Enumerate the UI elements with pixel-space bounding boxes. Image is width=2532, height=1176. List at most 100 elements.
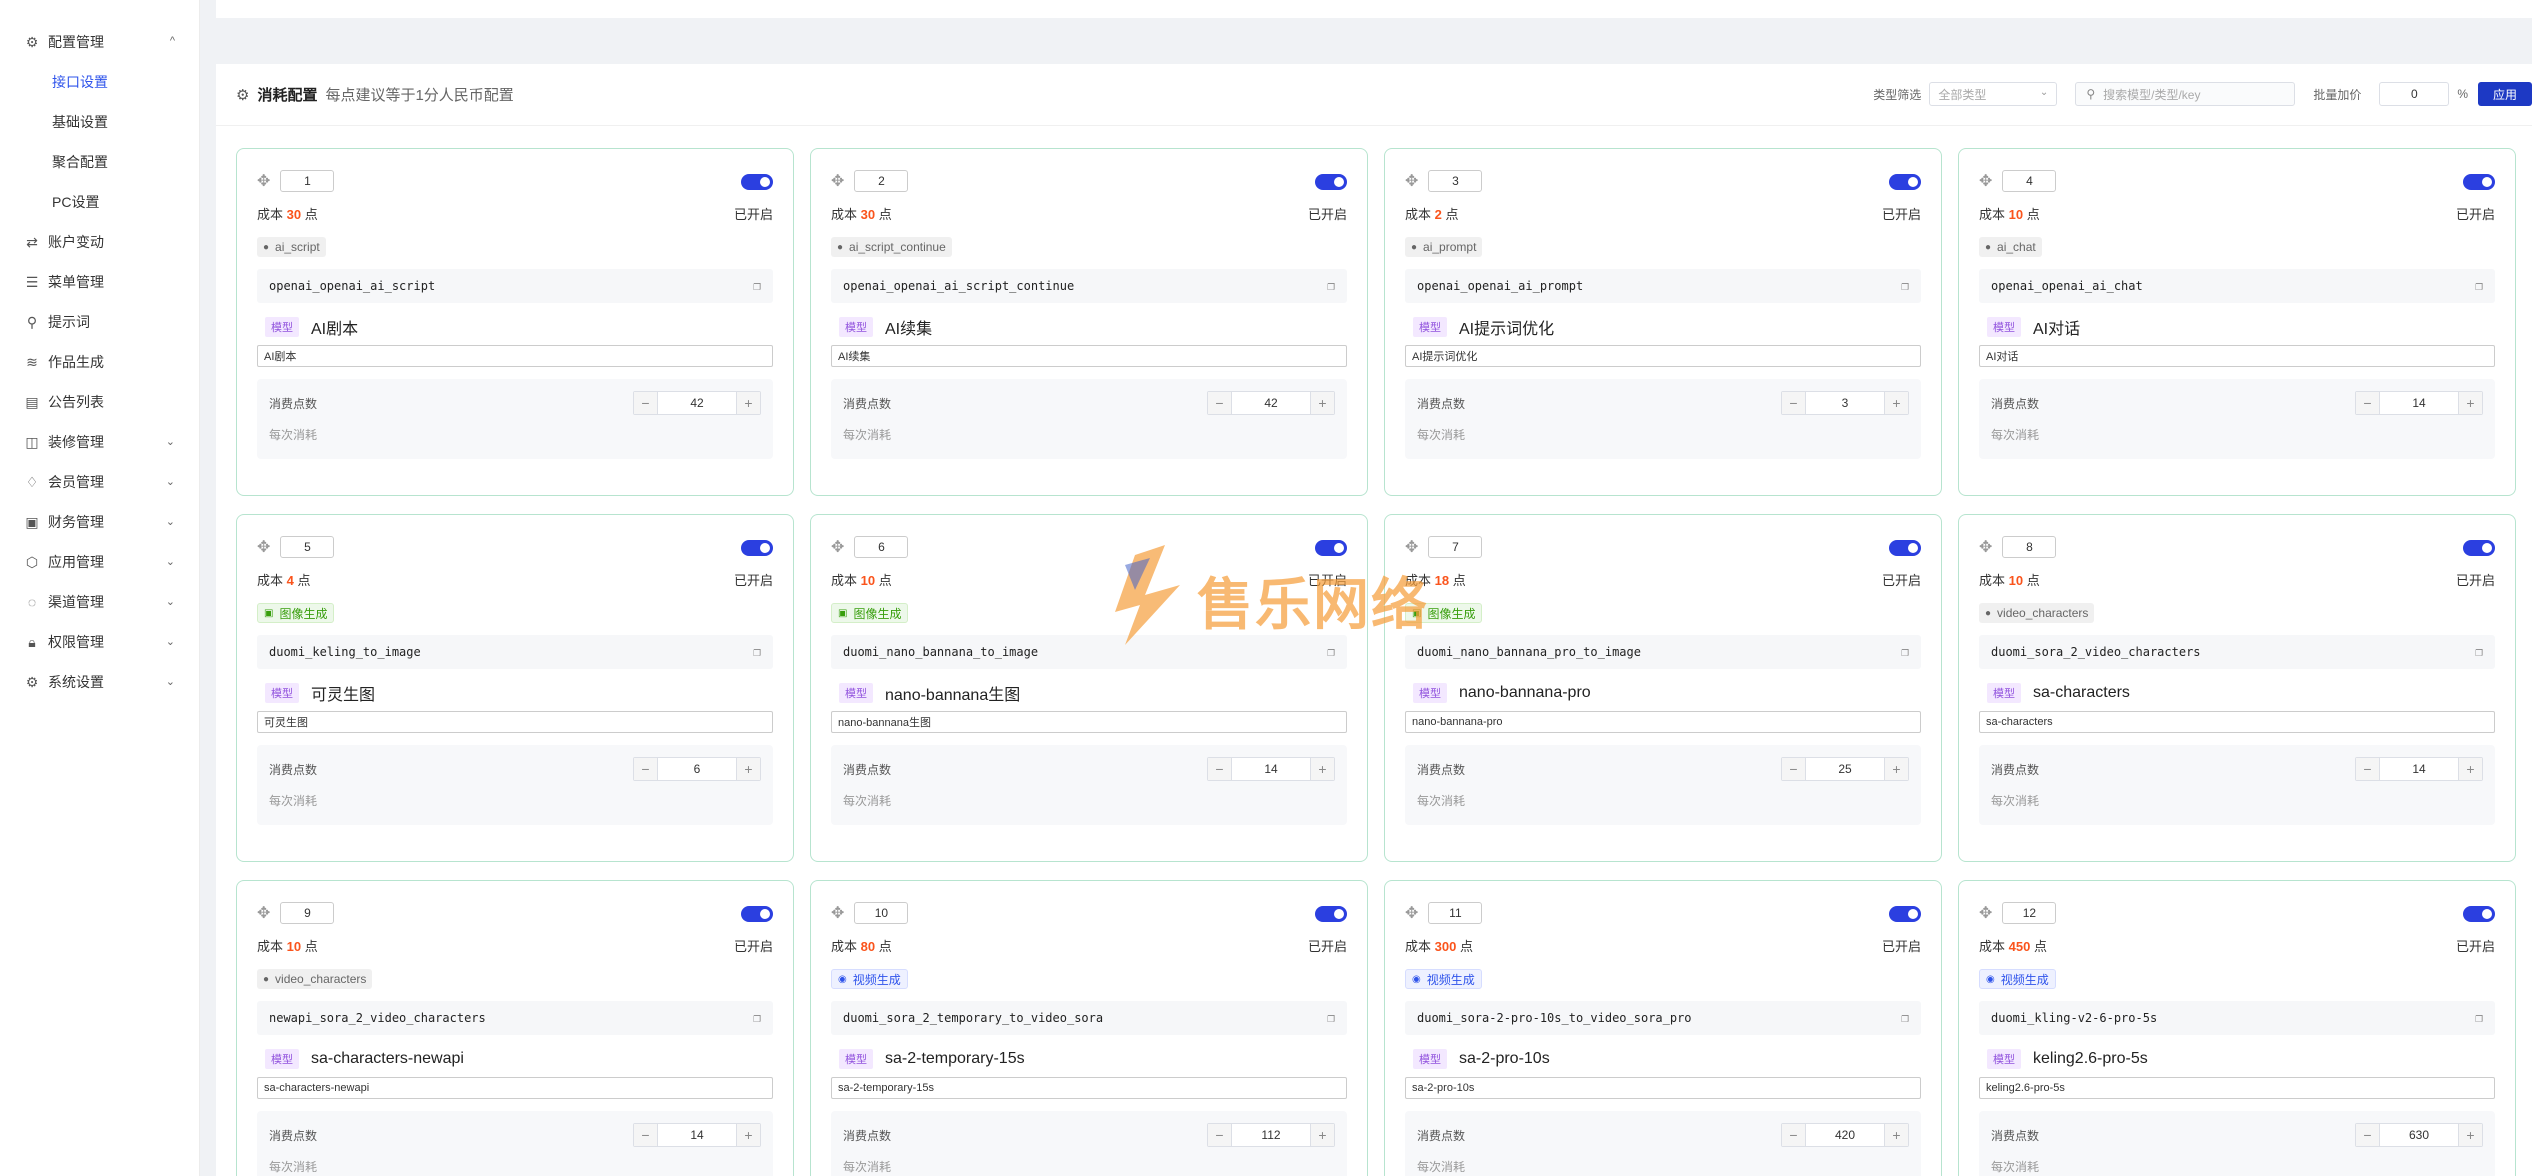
copy-icon[interactable]: ❐: [2475, 645, 2483, 660]
drag-handle-icon[interactable]: ✥: [831, 171, 844, 191]
drag-handle-icon[interactable]: ✥: [1405, 903, 1418, 923]
sidebar-subitem[interactable]: 基础设置: [0, 102, 199, 142]
increment-button[interactable]: +: [1310, 758, 1334, 780]
sort-index-input[interactable]: 3: [1428, 170, 1483, 192]
copy-icon[interactable]: ❐: [1327, 279, 1335, 294]
enable-toggle[interactable]: [1889, 906, 1921, 922]
points-stepper[interactable]: −14 +: [2355, 757, 2483, 781]
type-filter-select[interactable]: 全部类型 ⌄: [1929, 82, 2058, 106]
points-value[interactable]: 14: [2380, 762, 2458, 776]
points-stepper[interactable]: −14 +: [633, 1123, 761, 1147]
drag-handle-icon[interactable]: ✥: [831, 537, 844, 557]
enable-toggle[interactable]: [1315, 174, 1347, 190]
enable-toggle[interactable]: [1889, 540, 1921, 556]
sidebar-item[interactable]: ⚙ 系统设置 ⌄: [0, 662, 199, 702]
points-stepper[interactable]: −420 +: [1781, 1123, 1909, 1147]
decrement-button[interactable]: −: [1208, 392, 1232, 414]
points-value[interactable]: 3: [1806, 396, 1884, 410]
sort-index-input[interactable]: 6: [854, 536, 909, 558]
sort-index-input[interactable]: 11: [1428, 902, 1483, 924]
display-name-input[interactable]: sa-2-pro-10s: [1405, 1077, 1921, 1099]
drag-handle-icon[interactable]: ✥: [257, 537, 270, 557]
drag-handle-icon[interactable]: ✥: [1405, 171, 1418, 191]
sidebar-item[interactable]: ≋ 作品生成: [0, 342, 199, 382]
drag-handle-icon[interactable]: ✥: [1979, 171, 1992, 191]
sort-index-input[interactable]: 10: [854, 902, 909, 924]
enable-toggle[interactable]: [741, 906, 773, 922]
points-value[interactable]: 420: [1806, 1128, 1884, 1142]
drag-handle-icon[interactable]: ✥: [831, 903, 844, 923]
sidebar-item[interactable]: ⇄ 账户变动: [0, 222, 199, 262]
increment-button[interactable]: +: [1884, 758, 1908, 780]
increment-button[interactable]: +: [2458, 758, 2482, 780]
increment-button[interactable]: +: [1884, 392, 1908, 414]
display-name-input[interactable]: nano-bannana生图: [831, 711, 1347, 733]
points-value[interactable]: 25: [1806, 762, 1884, 776]
enable-toggle[interactable]: [1889, 174, 1921, 190]
points-value[interactable]: 14: [2380, 396, 2458, 410]
copy-icon[interactable]: ❐: [1901, 279, 1909, 294]
display-name-input[interactable]: sa-characters-newapi: [257, 1077, 773, 1099]
drag-handle-icon[interactable]: ✥: [1979, 537, 1992, 557]
drag-handle-icon[interactable]: ✥: [257, 171, 270, 191]
decrement-button[interactable]: −: [1782, 392, 1806, 414]
sort-index-input[interactable]: 12: [2002, 902, 2057, 924]
drag-handle-icon[interactable]: ✥: [257, 903, 270, 923]
sidebar-item[interactable]: ⬡ 应用管理 ⌄: [0, 542, 199, 582]
sidebar-item[interactable]: ⚲ 提示词: [0, 302, 199, 342]
decrement-button[interactable]: −: [1782, 758, 1806, 780]
points-value[interactable]: 630: [2380, 1128, 2458, 1142]
copy-icon[interactable]: ❐: [2475, 1011, 2483, 1026]
sort-index-input[interactable]: 8: [2002, 536, 2057, 558]
increment-button[interactable]: +: [1310, 1124, 1334, 1146]
points-stepper[interactable]: −3 +: [1781, 391, 1909, 415]
points-stepper[interactable]: −25 +: [1781, 757, 1909, 781]
decrement-button[interactable]: −: [2356, 1124, 2380, 1146]
sort-index-input[interactable]: 4: [2002, 170, 2057, 192]
sidebar-subitem[interactable]: PC设置: [0, 182, 199, 222]
display-name-input[interactable]: nano-bannana-pro: [1405, 711, 1921, 733]
enable-toggle[interactable]: [1315, 906, 1347, 922]
display-name-input[interactable]: sa-characters: [1979, 711, 2495, 733]
display-name-input[interactable]: AI提示词优化: [1405, 345, 1921, 367]
decrement-button[interactable]: −: [1208, 758, 1232, 780]
sidebar-subitem[interactable]: 接口设置: [0, 62, 199, 102]
sort-index-input[interactable]: 9: [280, 902, 335, 924]
points-value[interactable]: 42: [1232, 396, 1310, 410]
enable-toggle[interactable]: [741, 540, 773, 556]
increment-button[interactable]: +: [736, 392, 760, 414]
points-stepper[interactable]: −630 +: [2355, 1123, 2483, 1147]
points-value[interactable]: 42: [658, 396, 736, 410]
copy-icon[interactable]: ❐: [1901, 645, 1909, 660]
enable-toggle[interactable]: [741, 174, 773, 190]
sidebar-item[interactable]: ▤ 公告列表: [0, 382, 199, 422]
decrement-button[interactable]: −: [1208, 1124, 1232, 1146]
points-value[interactable]: 6: [658, 762, 736, 776]
enable-toggle[interactable]: [2463, 540, 2495, 556]
display-name-input[interactable]: AI续集: [831, 345, 1347, 367]
sort-index-input[interactable]: 5: [280, 536, 335, 558]
points-stepper[interactable]: −14 +: [2355, 391, 2483, 415]
increment-button[interactable]: +: [736, 1124, 760, 1146]
sort-index-input[interactable]: 2: [854, 170, 909, 192]
points-stepper[interactable]: −112 +: [1207, 1123, 1335, 1147]
display-name-input[interactable]: sa-2-temporary-15s: [831, 1077, 1347, 1099]
copy-icon[interactable]: ❐: [753, 1011, 761, 1026]
points-stepper[interactable]: −14 +: [1207, 757, 1335, 781]
decrement-button[interactable]: −: [1782, 1124, 1806, 1146]
points-stepper[interactable]: −6 +: [633, 757, 761, 781]
decrement-button[interactable]: −: [2356, 758, 2380, 780]
apply-button[interactable]: 应用: [2478, 82, 2532, 106]
sort-index-input[interactable]: 1: [280, 170, 335, 192]
copy-icon[interactable]: ❐: [1901, 1011, 1909, 1026]
decrement-button[interactable]: −: [634, 392, 658, 414]
decrement-button[interactable]: −: [2356, 392, 2380, 414]
increment-button[interactable]: +: [2458, 392, 2482, 414]
points-stepper[interactable]: −42 +: [1207, 391, 1335, 415]
increment-button[interactable]: +: [736, 758, 760, 780]
sidebar-item[interactable]: ◫ 装修管理 ⌄: [0, 422, 199, 462]
display-name-input[interactable]: 可灵生图: [257, 711, 773, 733]
sidebar-item[interactable]: ▣ 财务管理 ⌄: [0, 502, 199, 542]
points-value[interactable]: 14: [1232, 762, 1310, 776]
enable-toggle[interactable]: [2463, 174, 2495, 190]
